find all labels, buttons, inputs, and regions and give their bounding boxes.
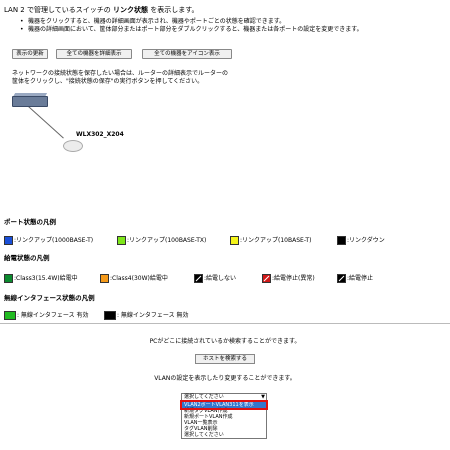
power-class4-icon bbox=[100, 274, 109, 283]
page-title: LAN 2 で管理しているスイッチの リンク状態 を表示します。 bbox=[4, 6, 199, 15]
legend-label: :リンクアップ(1000BASE-T) bbox=[14, 236, 94, 244]
legend-item: :リンクアップ(10BASE-T) bbox=[230, 236, 311, 245]
legend-swatch bbox=[117, 236, 126, 245]
legend-label: :給電停止 bbox=[347, 274, 374, 282]
divider bbox=[0, 323, 450, 324]
legend-item: :リンクダウン bbox=[337, 236, 385, 245]
host-search-text: PCがどこに接続されているか検索することができます。 bbox=[149, 338, 301, 345]
power-legend-title: 給電状態の凡例 bbox=[4, 254, 50, 262]
vlan-select[interactable]: 選択してください ▼ bbox=[181, 393, 267, 401]
title-prefix: LAN 2 で管理しているスイッチの bbox=[4, 6, 114, 14]
instruction-item: 機器の詳細画面において、筐体部分またはポート部分をダブルクリックすると、機器また… bbox=[20, 26, 363, 34]
title-suffix: を表示します。 bbox=[148, 6, 199, 14]
port-legend-title: ポート状態の凡例 bbox=[4, 218, 56, 226]
power-class3-icon bbox=[4, 274, 13, 283]
legend-label: :リンクアップ(100BASE-TX) bbox=[127, 236, 207, 244]
access-point-device[interactable] bbox=[63, 140, 83, 152]
refresh-button[interactable]: 表示の更新 bbox=[12, 49, 48, 59]
legend-item: :Class3(15.4W)給電中 bbox=[4, 274, 78, 283]
device-label: WLX302_X204 bbox=[76, 131, 124, 138]
vlan-dropdown-list[interactable]: VLAN2ポートVLAN311を表示 新規タグVLAN作成 新規ポートVLAN作… bbox=[180, 400, 268, 439]
power-stopped-icon bbox=[337, 274, 346, 283]
show-all-icon-button[interactable]: 全ての機器をアイコン表示 bbox=[142, 49, 232, 59]
legend-label: :リンクアップ(10BASE-T) bbox=[240, 236, 312, 244]
vlan-select-value: 選択してください bbox=[184, 393, 224, 400]
host-search-button[interactable]: ホストを検索する bbox=[195, 354, 255, 364]
save-state-note: ネットワークの接続状態を保存したい場合は、ルーターの詳細表示でルーターの 筐体を… bbox=[12, 70, 229, 85]
wireless-enabled-icon bbox=[4, 311, 16, 320]
legend-item: :給電停止 bbox=[337, 274, 373, 283]
legend-item: :リンクアップ(100BASE-TX) bbox=[117, 236, 206, 245]
legend-label: :Class3(15.4W)給電中 bbox=[14, 274, 78, 282]
legend-label: :リンクダウン bbox=[347, 236, 385, 244]
network-cable bbox=[26, 104, 64, 139]
legend-label: :給電しない bbox=[204, 274, 237, 282]
legend-swatch bbox=[4, 236, 13, 245]
vlan-option[interactable]: 選択してください bbox=[182, 432, 266, 438]
power-error-icon bbox=[262, 274, 271, 283]
legend-item: :給電停止(異常) bbox=[262, 274, 315, 283]
legend-item: :リンクアップ(1000BASE-T) bbox=[4, 236, 93, 245]
legend-swatch bbox=[337, 236, 346, 245]
legend-label: :Class4(30W)給電中 bbox=[110, 274, 168, 282]
instruction-list: 機器をクリックすると、機器の詳細画面が表示され、機器やポートごとの状態を確認でき… bbox=[20, 18, 363, 34]
title-bold: リンク状態 bbox=[113, 6, 149, 14]
switch-device[interactable] bbox=[12, 96, 48, 107]
legend-item: :Class4(30W)給電中 bbox=[100, 274, 168, 283]
power-off-icon bbox=[194, 274, 203, 283]
show-all-detail-button[interactable]: 全ての機器を詳細表示 bbox=[56, 49, 132, 59]
vlan-text: VLANの設定を表示したり変更することができます。 bbox=[154, 375, 296, 382]
legend-label: :給電停止(異常) bbox=[272, 274, 315, 282]
legend-item: : 無線インタフェース 無効 bbox=[104, 311, 189, 320]
legend-label: : 無線インタフェース 有効 bbox=[17, 311, 89, 319]
wireless-disabled-icon bbox=[104, 311, 116, 320]
chevron-down-icon: ▼ bbox=[261, 393, 265, 400]
legend-label: : 無線インタフェース 無効 bbox=[117, 311, 189, 319]
legend-swatch bbox=[230, 236, 239, 245]
instruction-item: 機器をクリックすると、機器の詳細画面が表示され、機器やポートごとの状態を確認でき… bbox=[20, 18, 363, 26]
legend-item: :給電しない bbox=[194, 274, 236, 283]
wireless-legend-title: 無線インタフェース状態の凡例 bbox=[4, 294, 95, 302]
legend-item: : 無線インタフェース 有効 bbox=[4, 311, 89, 320]
